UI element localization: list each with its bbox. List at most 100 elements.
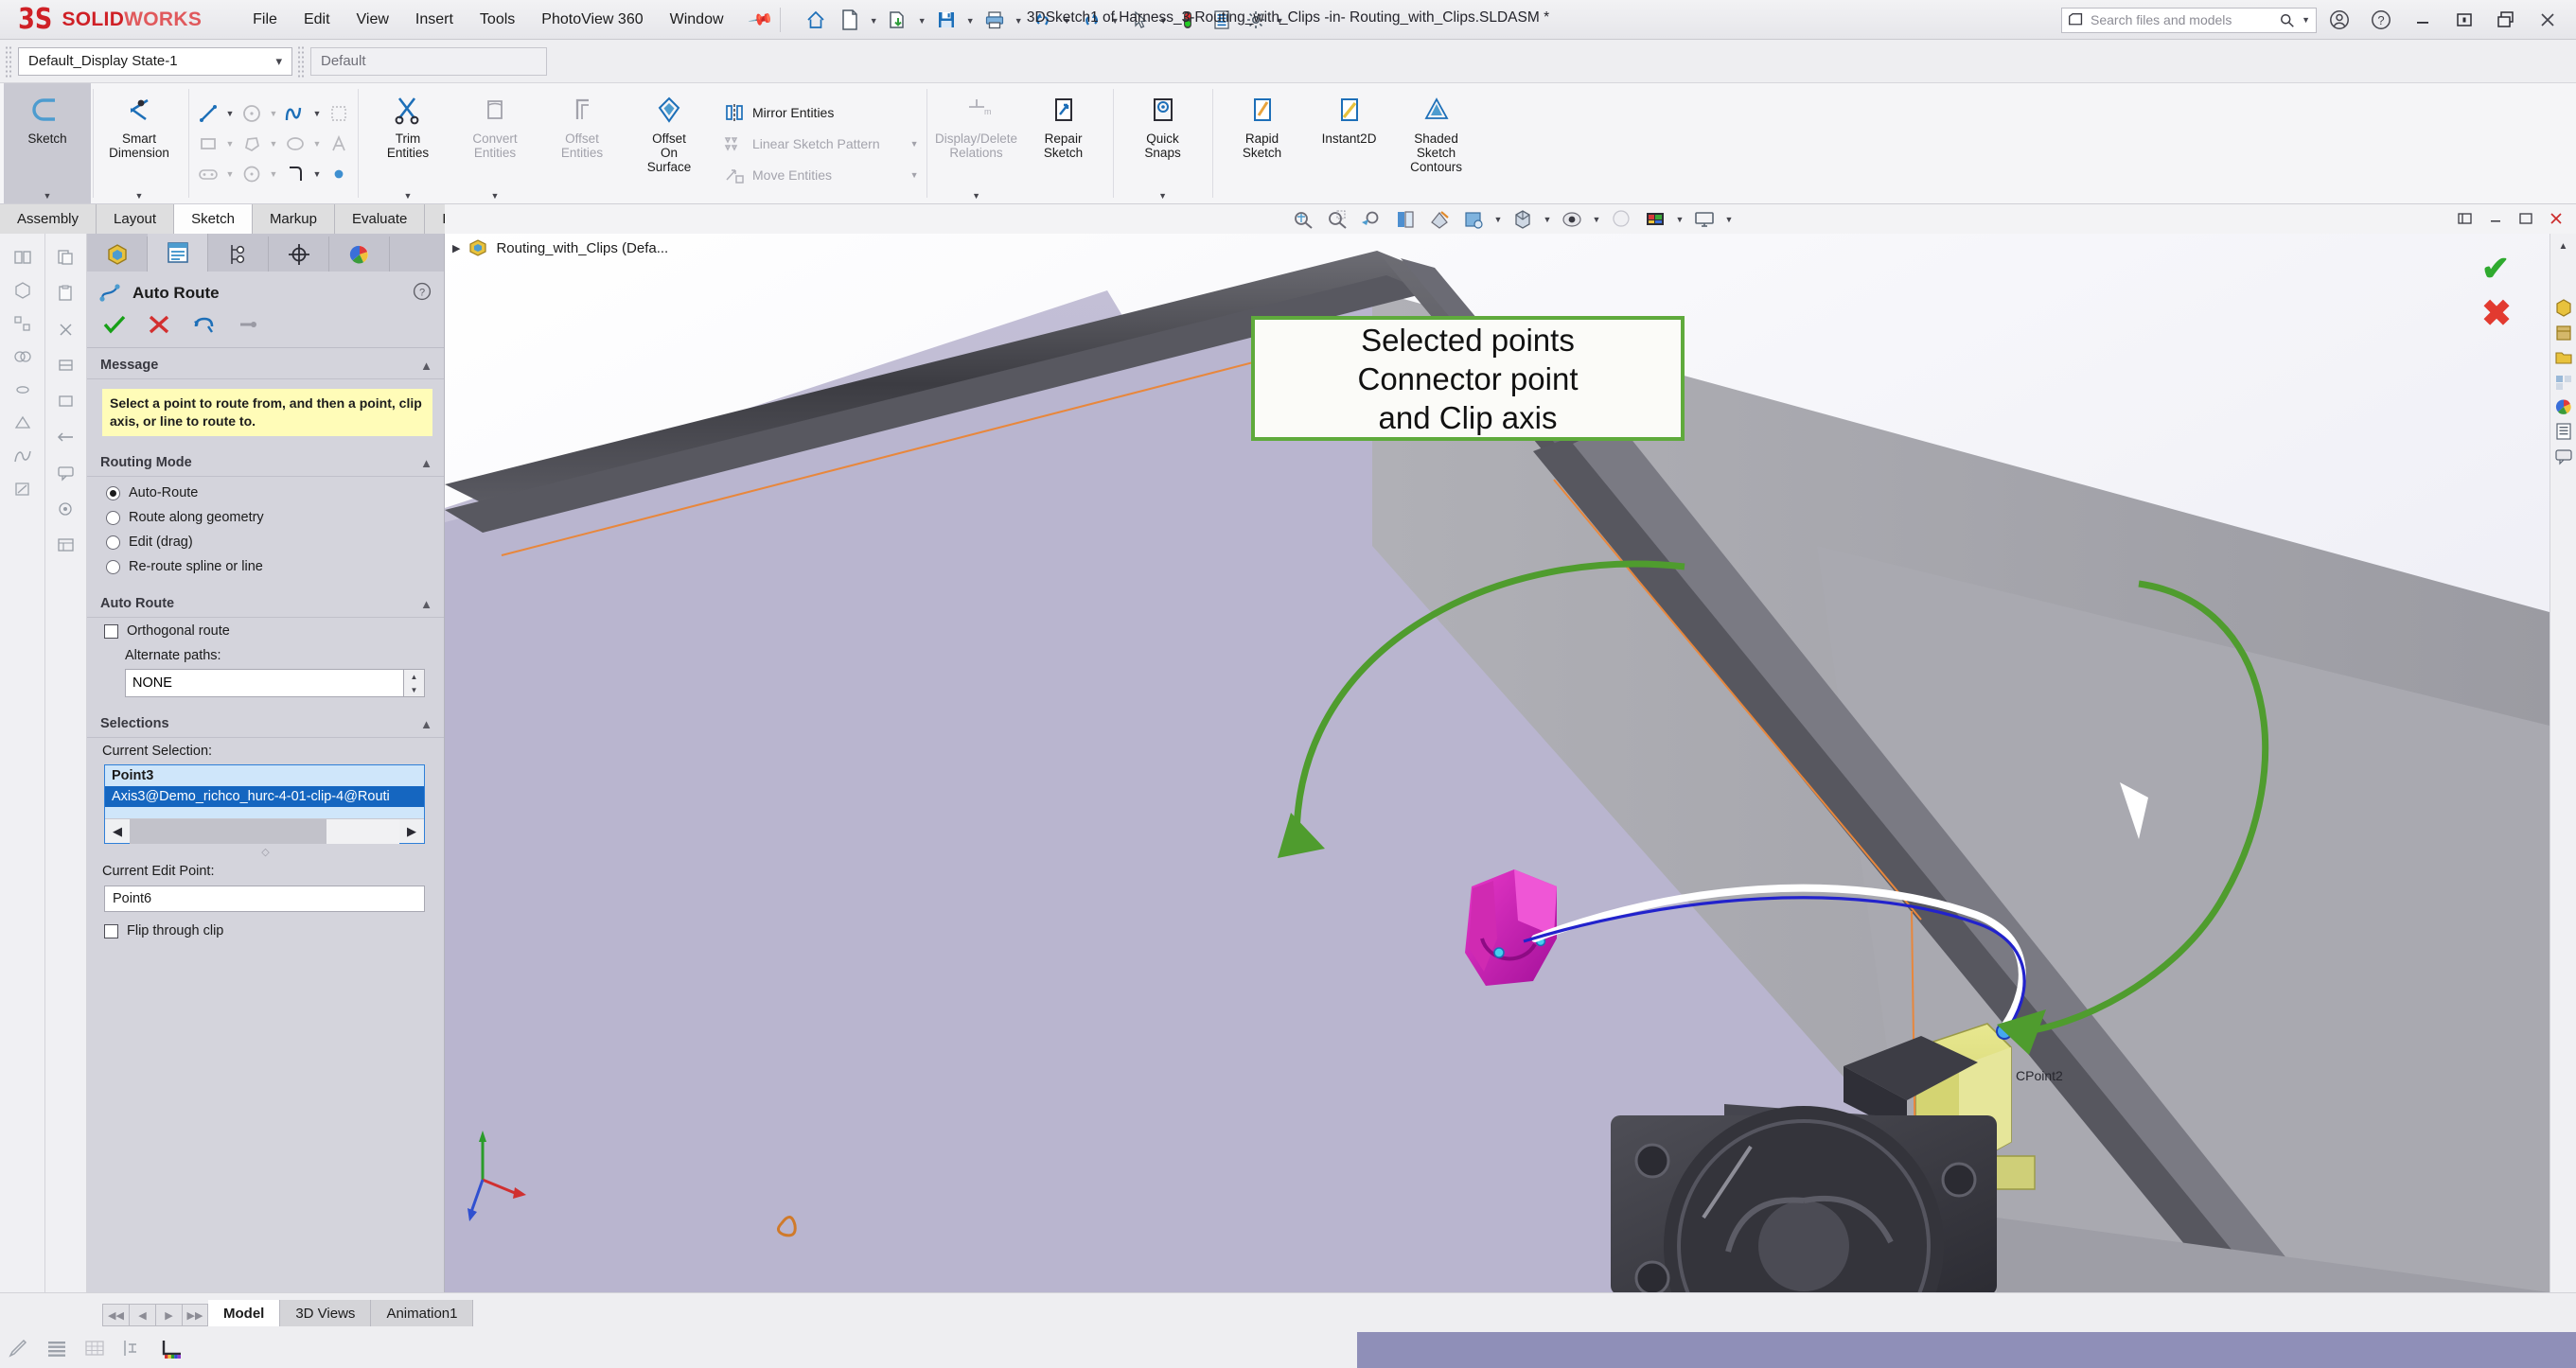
- comment-icon[interactable]: [54, 463, 79, 483]
- vp-restore-down-button[interactable]: [2453, 206, 2478, 231]
- open-document-icon[interactable]: [882, 5, 914, 35]
- tab-prev-icon[interactable]: ◀: [129, 1304, 155, 1326]
- tab-assembly[interactable]: Assembly: [0, 204, 97, 234]
- curves-icon[interactable]: [9, 446, 36, 466]
- ellipse-icon[interactable]: [280, 130, 310, 158]
- display-delete-relations-button[interactable]: m Display/Delete Relations ▼: [933, 83, 1020, 203]
- view-settings-icon[interactable]: [1639, 206, 1671, 233]
- fillet-dropdown-icon[interactable]: ▼: [310, 169, 324, 179]
- menu-photoview-360[interactable]: PhotoView 360: [528, 8, 656, 32]
- ellipse-dropdown-icon[interactable]: ▼: [310, 139, 324, 149]
- repair-sketch-button[interactable]: Repair Sketch: [1020, 83, 1107, 203]
- line-dropdown-icon[interactable]: ▼: [223, 109, 237, 118]
- tab-last-icon[interactable]: ▶▶: [182, 1304, 208, 1326]
- print-icon[interactable]: [979, 5, 1011, 35]
- task-pane-custom-properties-icon[interactable]: [2550, 419, 2576, 444]
- color-palette-icon[interactable]: [159, 1338, 184, 1360]
- help-icon[interactable]: ?: [412, 281, 432, 306]
- sketch-button[interactable]: Sketch ▼: [4, 83, 91, 203]
- home-icon[interactable]: [800, 5, 832, 35]
- sketch-dropdown-icon[interactable]: ▼: [4, 191, 91, 201]
- undo-icon[interactable]: [1027, 5, 1059, 35]
- open-document-dropdown-icon[interactable]: ▼: [916, 5, 928, 35]
- menu-window[interactable]: Window: [657, 8, 737, 32]
- hole-wizard-icon[interactable]: [9, 379, 36, 400]
- pin-button[interactable]: [237, 314, 259, 339]
- delete-icon[interactable]: [54, 319, 79, 340]
- isolate-icon[interactable]: [54, 499, 79, 519]
- arc-dropdown-icon[interactable]: ▼: [267, 169, 280, 179]
- alternate-paths-field[interactable]: ▲▼: [125, 669, 425, 697]
- rapid-sketch-button[interactable]: Rapid Sketch: [1219, 83, 1306, 203]
- exploded-view-icon[interactable]: [9, 313, 36, 334]
- chevron-up-icon[interactable]: ▲: [420, 359, 432, 373]
- task-pane-resources-icon[interactable]: [2550, 296, 2576, 321]
- auto-route-section-header[interactable]: Auto Route ▲: [87, 587, 444, 618]
- trim-dropdown-icon[interactable]: ▼: [364, 191, 451, 201]
- radio-edit-drag[interactable]: Edit (drag): [87, 530, 444, 554]
- menu-tools[interactable]: Tools: [467, 8, 528, 32]
- polygon-dropdown-icon[interactable]: ▼: [267, 139, 280, 149]
- vp-close-button[interactable]: [2544, 206, 2568, 231]
- save-dropdown-icon[interactable]: ▼: [964, 5, 977, 35]
- restore-button[interactable]: [2445, 1, 2483, 39]
- selection-horizontal-scrollbar[interactable]: ◀ ▶: [105, 818, 424, 844]
- display-style-dropdown-icon[interactable]: ▼: [1491, 215, 1505, 224]
- offset-entities-button[interactable]: Offset Entities: [538, 83, 626, 203]
- move-dropdown-icon[interactable]: ▼: [873, 170, 919, 180]
- tab-sketch[interactable]: Sketch: [174, 204, 253, 234]
- zoom-to-fit-icon[interactable]: [1287, 206, 1319, 233]
- undo-dropdown-icon[interactable]: ▼: [1061, 5, 1073, 35]
- quick-snaps-button[interactable]: Quick Snaps ▼: [1120, 83, 1207, 203]
- scroll-thumb[interactable]: [130, 818, 327, 844]
- graphics-viewport[interactable]: ✔ ✖ CPoint2 Selected points Connector po…: [445, 234, 2550, 1292]
- menu-insert[interactable]: Insert: [402, 8, 467, 32]
- configuration-manager-tab[interactable]: [208, 237, 269, 272]
- radio-reroute-spline-or-line[interactable]: Re-route spline or line: [87, 554, 444, 579]
- linear-sketch-pattern-button[interactable]: Linear Sketch Pattern ▼: [718, 128, 923, 159]
- smart-dimension-button[interactable]: Smart Dimension ▼: [96, 83, 183, 203]
- scroll-right-icon[interactable]: ▶: [399, 824, 424, 839]
- message-section-header[interactable]: Message ▲: [87, 348, 444, 379]
- user-account-icon[interactable]: [2320, 1, 2358, 39]
- radio-auto-route[interactable]: Auto-Route: [87, 481, 444, 505]
- current-edit-point-field[interactable]: Point6: [104, 886, 425, 912]
- redo-icon[interactable]: [1075, 5, 1107, 35]
- vp-maximize-button[interactable]: [2514, 206, 2538, 231]
- unsuppress-icon[interactable]: [54, 391, 79, 412]
- routing-mode-section-header[interactable]: Routing Mode ▲: [87, 446, 444, 477]
- doc-tab-animation1[interactable]: Animation1: [371, 1300, 474, 1326]
- selection-item-axis3[interactable]: Axis3@Demo_richco_hurc-4-01-clip-4@Routi: [105, 786, 424, 807]
- redo-dropdown-icon[interactable]: ▼: [1109, 5, 1121, 35]
- interference-icon[interactable]: [9, 346, 36, 367]
- close-button[interactable]: [2529, 1, 2567, 39]
- select-arrow-icon[interactable]: [1123, 5, 1156, 35]
- viewport-layout-icon[interactable]: [1688, 206, 1720, 233]
- tab-evaluate[interactable]: Evaluate: [334, 204, 426, 234]
- vp-minimize-button[interactable]: [2483, 206, 2508, 231]
- viewport-layout-dropdown-icon[interactable]: ▼: [1722, 215, 1736, 224]
- task-pane-design-library-icon[interactable]: [2550, 321, 2576, 345]
- pattern-dropdown-icon[interactable]: ▼: [886, 139, 919, 149]
- doc-tab-model[interactable]: Model: [208, 1300, 281, 1326]
- tab-first-icon[interactable]: ◀◀: [102, 1304, 129, 1326]
- offset-on-surface-button[interactable]: Offset On Surface: [626, 83, 713, 203]
- feature-tree-root[interactable]: ▶ Routing_with_Clips (Defa...: [452, 238, 668, 257]
- spline-icon[interactable]: [280, 99, 310, 128]
- viewport-vertical-scrollbar[interactable]: ▲: [2550, 234, 2576, 1292]
- confirm-cancel-corner[interactable]: ✖: [2481, 292, 2512, 335]
- scroll-up-icon[interactable]: ▲: [2550, 234, 2576, 258]
- alternate-paths-stepper[interactable]: ▲ ▼: [404, 669, 425, 697]
- minimize-button[interactable]: [2404, 1, 2442, 39]
- edit-appearance-icon[interactable]: [8, 1338, 32, 1360]
- expand-triangle-icon[interactable]: ▶: [452, 242, 460, 254]
- display-manager-tab[interactable]: [329, 237, 390, 272]
- rebuild-icon[interactable]: [1172, 5, 1204, 35]
- display-style-icon[interactable]: [1457, 206, 1490, 233]
- instant3d-icon[interactable]: [9, 479, 36, 500]
- selections-section-header[interactable]: Selections ▲: [87, 707, 444, 738]
- mate-icon[interactable]: [9, 247, 36, 268]
- save-icon[interactable]: [930, 5, 962, 35]
- task-pane-sw-forum-icon[interactable]: [2550, 444, 2576, 468]
- convert-dropdown-icon[interactable]: ▼: [451, 191, 538, 201]
